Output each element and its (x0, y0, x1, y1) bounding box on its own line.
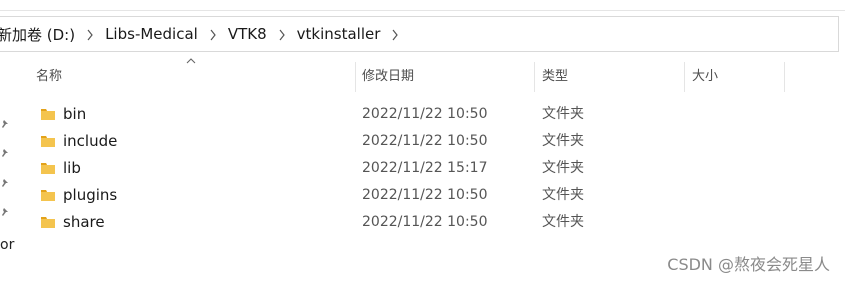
watermark-text: CSDN @熬夜会死星人 (667, 255, 830, 274)
file-name: plugins (63, 186, 118, 204)
file-date: 2022/11/22 10:50 (362, 106, 488, 122)
file-type: 文件夹 (542, 187, 584, 203)
pin-icon[interactable] (0, 148, 9, 158)
list-item[interactable]: bin 2022/11/22 10:50 文件夹 (22, 101, 762, 128)
file-name: include (63, 132, 118, 150)
column-divider[interactable] (784, 62, 785, 92)
sidebar-item-label[interactable]: or (0, 237, 14, 253)
list-item[interactable]: share 2022/11/22 10:50 文件夹 (22, 209, 762, 236)
file-name: bin (63, 105, 87, 123)
breadcrumb-vtk8[interactable]: VTK8 (225, 25, 270, 43)
pin-icon[interactable] (0, 119, 9, 129)
file-type: 文件夹 (542, 106, 584, 122)
folder-icon (41, 163, 55, 174)
file-type: 文件夹 (542, 160, 584, 176)
file-date: 2022/11/22 10:50 (362, 133, 488, 149)
pin-icon[interactable] (0, 207, 9, 217)
chevron-right-icon[interactable] (383, 25, 407, 43)
breadcrumb-drive[interactable]: 新加卷 (D:) (0, 24, 78, 45)
column-header-size[interactable]: 大小 (678, 62, 778, 92)
breadcrumb-vtkinstaller[interactable]: vtkinstaller (294, 25, 384, 43)
list-item[interactable]: plugins 2022/11/22 10:50 文件夹 (22, 182, 762, 209)
list-item[interactable]: lib 2022/11/22 15:17 文件夹 (22, 155, 762, 182)
list-item[interactable]: include 2022/11/22 10:50 文件夹 (22, 128, 762, 155)
file-date: 2022/11/22 10:50 (362, 214, 488, 230)
file-date: 2022/11/22 15:17 (362, 160, 488, 176)
address-bar[interactable]: 新加卷 (D:) Libs-Medical VTK8 vtkinstaller (0, 16, 839, 52)
folder-icon (41, 190, 55, 201)
column-header-row: 名称 修改日期 类型 大小 (22, 62, 822, 92)
file-name: lib (63, 159, 81, 177)
column-header-type[interactable]: 类型 (528, 62, 678, 92)
file-type: 文件夹 (542, 133, 584, 149)
pin-icon[interactable] (0, 178, 9, 188)
column-header-date[interactable]: 修改日期 (348, 62, 528, 92)
chevron-right-icon[interactable] (201, 25, 225, 43)
ribbon-bottom-edge (0, 0, 845, 11)
chevron-right-icon[interactable] (78, 25, 102, 43)
folder-icon (41, 136, 55, 147)
chevron-right-icon[interactable] (270, 25, 294, 43)
file-date: 2022/11/22 10:50 (362, 187, 488, 203)
file-type: 文件夹 (542, 214, 584, 230)
column-header-name[interactable]: 名称 (22, 62, 355, 92)
folder-icon (41, 217, 55, 228)
breadcrumb-libs-medical[interactable]: Libs-Medical (102, 25, 201, 43)
file-name: share (63, 213, 105, 231)
folder-icon (41, 109, 55, 120)
